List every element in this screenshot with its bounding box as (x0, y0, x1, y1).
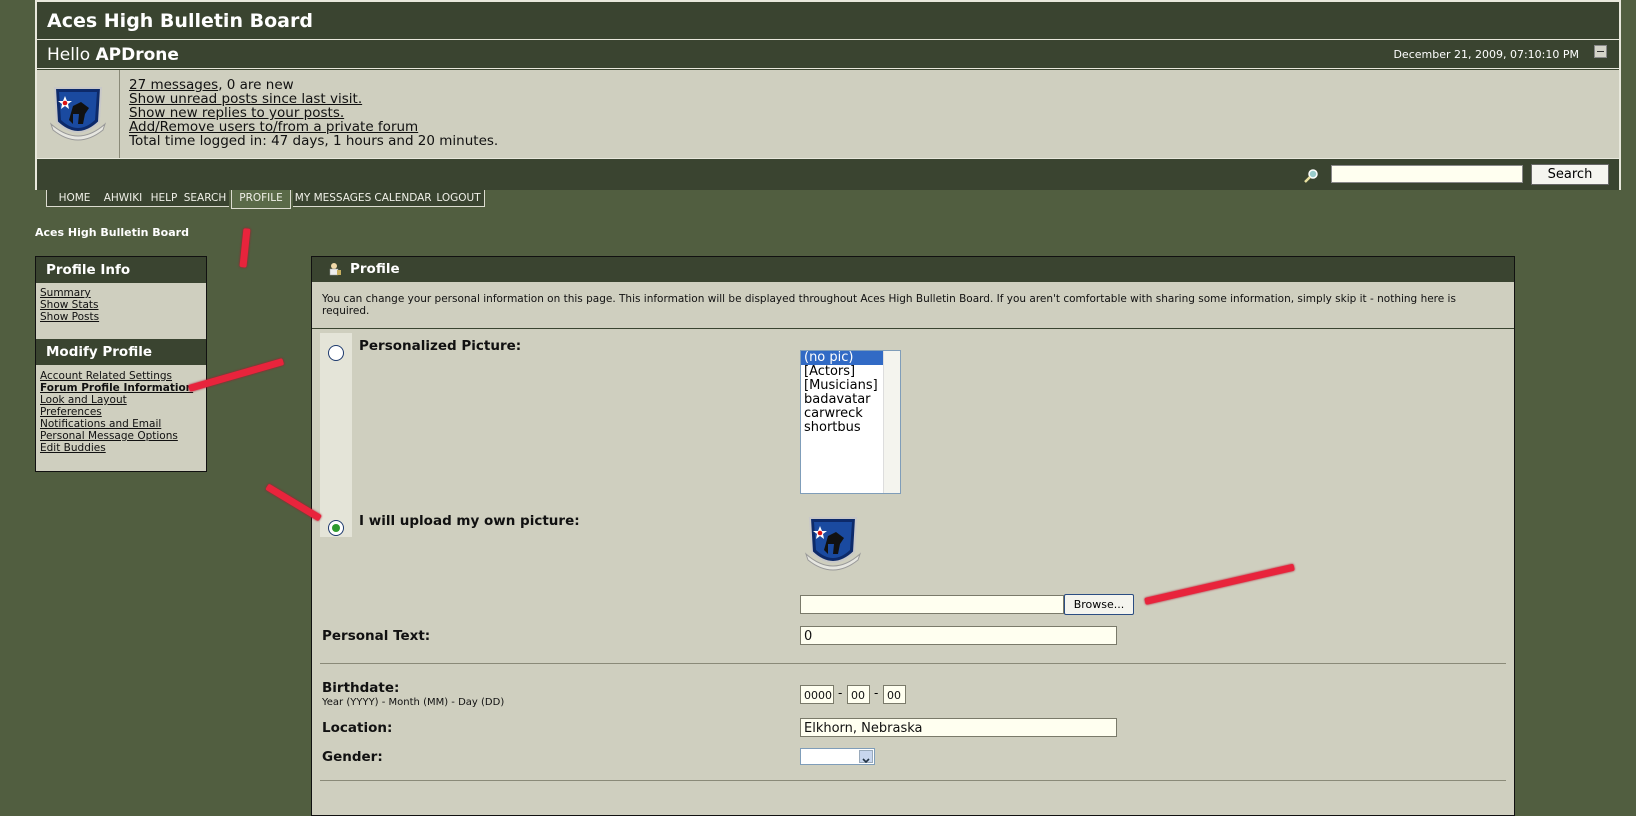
upload-picture-radio[interactable] (328, 520, 344, 536)
sidebar-item-pm-options[interactable]: Personal Message Options (40, 430, 193, 442)
chevron-down-glyph (862, 758, 870, 764)
sidebar-item-account-settings[interactable]: Account Related Settings (40, 370, 193, 382)
divider (320, 663, 1506, 664)
search-bar: Search (37, 159, 1619, 190)
birthdate-hint: Year (YYYY) - Month (MM) - Day (DD) (322, 697, 505, 708)
tab-profile[interactable]: PROFILE (231, 190, 291, 209)
listbox-scrollbar[interactable] (883, 351, 900, 493)
search-input[interactable] (1331, 165, 1523, 183)
sidebar-item-show-stats[interactable]: Show Stats (40, 299, 99, 311)
sidebar-item-edit-buddies[interactable]: Edit Buddies (40, 442, 193, 454)
uploaded-avatar-preview (804, 517, 862, 571)
tab-logout[interactable]: LOGOUT (433, 190, 485, 207)
greeting: Hello APDrone (37, 41, 1619, 69)
greeting-prefix: Hello (47, 45, 96, 65)
tab-home[interactable]: HOME (46, 190, 102, 207)
birth-year-input[interactable]: 0000 (800, 685, 834, 704)
user-panel: 27 messages, 0 are new Show unread posts… (37, 70, 1619, 159)
username: APDrone (95, 45, 179, 65)
sidebar-item-summary[interactable]: Summary (40, 287, 99, 299)
gender-select[interactable] (800, 748, 875, 765)
tab-search[interactable]: SEARCH (181, 190, 229, 207)
picture-listbox[interactable]: (no pic) [Actors] [Musicians] badavatar … (800, 350, 901, 494)
location-label: Location: (322, 720, 393, 736)
location-input[interactable]: Elkhorn, Nebraska (800, 718, 1117, 737)
upload-file-field[interactable] (800, 595, 1064, 614)
collapse-icon[interactable] (1594, 45, 1607, 58)
upload-picture-label: I will upload my own picture: (359, 513, 580, 529)
date-separator: - (874, 686, 879, 700)
search-icon (1304, 169, 1318, 183)
breadcrumb[interactable]: Aces High Bulletin Board (35, 226, 189, 239)
tab-my-messages[interactable]: MY MESSAGES (293, 190, 373, 207)
picture-radio-column (320, 333, 352, 537)
profile-icon (329, 263, 341, 276)
current-date: December 21, 2009, 07:10:10 PM (1393, 48, 1579, 61)
sidebar-item-preferences[interactable]: Preferences (40, 406, 193, 418)
profile-panel: Profile You can change your personal inf… (311, 256, 1515, 816)
divider (312, 328, 1514, 329)
date-separator: - (838, 686, 843, 700)
tab-calendar[interactable]: CALENDAR (372, 190, 434, 207)
annotation-mark (239, 228, 251, 268)
time-logged-in: Total time logged in: 47 days, 1 hours a… (129, 133, 499, 149)
personal-text-input[interactable]: 0 (800, 626, 1117, 645)
profile-info-heading: Profile Info (36, 257, 206, 283)
divider (320, 780, 1506, 781)
forum-header: Aces High Bulletin Board Hello APDrone D… (35, 0, 1621, 190)
modify-profile-links: Account Related Settings Forum Profile I… (40, 370, 193, 454)
profile-intro: You can change your personal information… (322, 293, 1456, 317)
profile-info-links: Summary Show Stats Show Posts (40, 287, 99, 323)
browse-button[interactable]: Browse... (1064, 594, 1134, 615)
personalized-picture-label: Personalized Picture: (359, 338, 522, 354)
board-title: Aces High Bulletin Board (37, 2, 1619, 40)
sidebar-item-forum-profile[interactable]: Forum Profile Information (40, 382, 193, 394)
profile-sidebar: Profile Info Summary Show Stats Show Pos… (35, 256, 207, 472)
user-links: 27 messages, 0 are new Show unread posts… (129, 78, 498, 148)
sidebar-item-notifications[interactable]: Notifications and Email (40, 418, 193, 430)
avatar-emblem (49, 87, 107, 141)
avatar (37, 70, 120, 158)
birth-day-input[interactable]: 00 (883, 685, 906, 704)
birthdate-label: Birthdate: (322, 680, 400, 696)
tab-help[interactable]: HELP (146, 190, 182, 207)
gender-label: Gender: (322, 749, 383, 765)
modify-profile-heading: Modify Profile (36, 339, 206, 365)
tab-ahwiki[interactable]: AHWIKI (99, 190, 147, 207)
birth-month-input[interactable]: 00 (847, 685, 870, 704)
personal-text-label: Personal Text: (322, 628, 431, 644)
sidebar-item-look-layout[interactable]: Look and Layout (40, 394, 193, 406)
chevron-down-icon[interactable] (859, 750, 873, 764)
search-button[interactable]: Search (1531, 164, 1609, 185)
personalized-picture-radio[interactable] (328, 345, 344, 361)
sidebar-item-show-posts[interactable]: Show Posts (40, 311, 99, 323)
profile-heading: Profile (312, 257, 1514, 282)
